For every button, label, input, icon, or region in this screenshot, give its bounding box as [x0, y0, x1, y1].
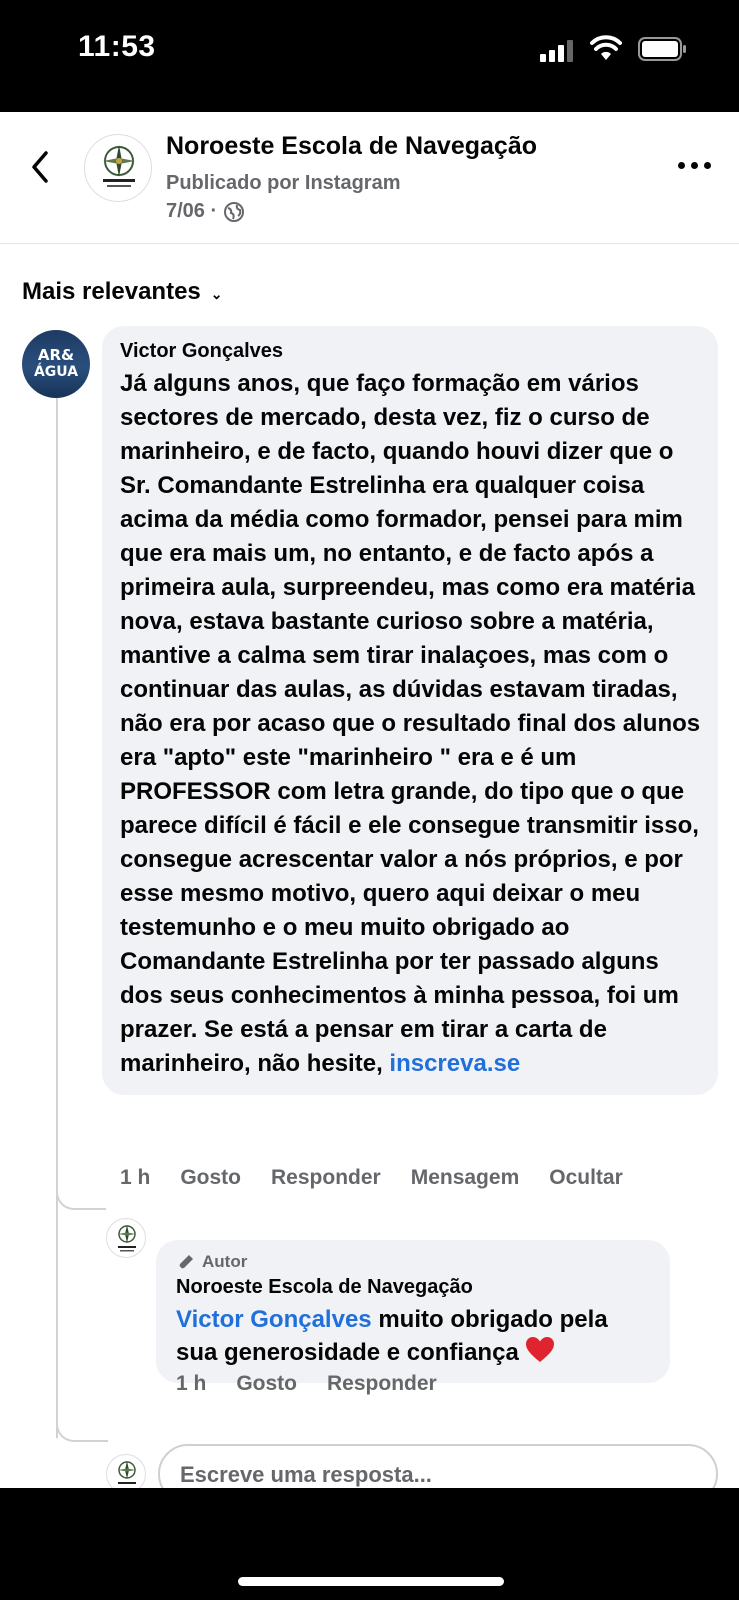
more-dots-icon[interactable]: [678, 160, 714, 172]
back-chevron-icon[interactable]: [26, 147, 56, 187]
hide-button[interactable]: Ocultar: [549, 1166, 623, 1190]
comment-actions: 1 h Gosto Responder Mensagem Ocultar: [120, 1166, 623, 1190]
reply-time: 1 h: [176, 1372, 207, 1395]
signal-icon: [540, 40, 574, 62]
author-badge-label: Autor: [202, 1252, 248, 1271]
pencil-icon: [179, 1255, 193, 1269]
reply-button[interactable]: Responder: [271, 1166, 381, 1190]
chevron-down-icon: ⌄: [210, 285, 223, 302]
avatar-text-top: AR&: [37, 346, 75, 364]
avatar-text-bottom: ÁGUA: [33, 364, 79, 380]
compose-avatar: [106, 1454, 146, 1488]
message-button[interactable]: Mensagem: [411, 1166, 520, 1190]
status-time: 11:53: [78, 30, 156, 63]
wifi-icon: [590, 35, 622, 60]
reply-reply-button[interactable]: Responder: [327, 1372, 437, 1396]
reply-input-placeholder: Escreve uma resposta...: [180, 1462, 432, 1487]
comment-author[interactable]: Victor Gonçalves: [120, 340, 702, 363]
compass-logo-icon: [118, 1225, 136, 1252]
author-badge: Autor: [176, 1252, 652, 1272]
reply-text: Victor Gonçalves muito obrigado pela sua…: [176, 1303, 652, 1369]
comment-time: 1 h: [120, 1166, 151, 1189]
comment-text: Já alguns anos, que faço formação em vár…: [120, 367, 702, 1081]
commenter-avatar[interactable]: AR& ÁGUA: [22, 330, 90, 398]
reply-like-button[interactable]: Gosto: [236, 1372, 297, 1396]
thread-connector: [56, 1184, 106, 1210]
heart-icon: [526, 1337, 555, 1362]
thread-connector: [56, 1396, 108, 1442]
thread-line: [56, 398, 58, 1438]
compass-logo-icon: [103, 145, 135, 187]
post-date-text: 7/06 ·: [166, 200, 218, 222]
post-source: Publicado por Instagram: [166, 172, 401, 194]
like-button[interactable]: Gosto: [180, 1166, 241, 1190]
reply-bubble: Autor Noroeste Escola de Navegação Victo…: [156, 1240, 670, 1383]
reply-author[interactable]: Noroeste Escola de Navegação: [176, 1276, 652, 1299]
page-avatar[interactable]: [84, 134, 152, 202]
comment-body: Já alguns anos, que faço formação em vár…: [120, 370, 701, 1077]
reply-avatar[interactable]: [106, 1218, 146, 1258]
home-indicator[interactable]: [238, 1577, 504, 1586]
reply-actions: 1 h Gosto Responder: [176, 1372, 437, 1396]
reply-input[interactable]: Escreve uma resposta...: [158, 1444, 718, 1488]
globe-icon: [224, 201, 245, 222]
post-date: 7/06 ·: [166, 200, 245, 223]
comment-bubble: Victor Gonçalves Já alguns anos, que faç…: [102, 326, 718, 1095]
sort-label: Mais relevantes: [22, 278, 201, 305]
compass-logo-icon: [118, 1461, 136, 1484]
status-bar: 11:53: [0, 0, 739, 112]
page-name[interactable]: Noroeste Escola de Navegação: [166, 132, 537, 161]
post-header: Noroeste Escola de Navegação Publicado p…: [0, 112, 739, 244]
battery-icon: [638, 37, 686, 61]
app-screen: Noroeste Escola de Navegação Publicado p…: [0, 112, 739, 1488]
comment-link[interactable]: inscreva.se: [389, 1050, 520, 1077]
comment-sort-dropdown[interactable]: Mais relevantes ⌄: [22, 278, 223, 306]
reply-mention[interactable]: Victor Gonçalves: [176, 1306, 372, 1333]
